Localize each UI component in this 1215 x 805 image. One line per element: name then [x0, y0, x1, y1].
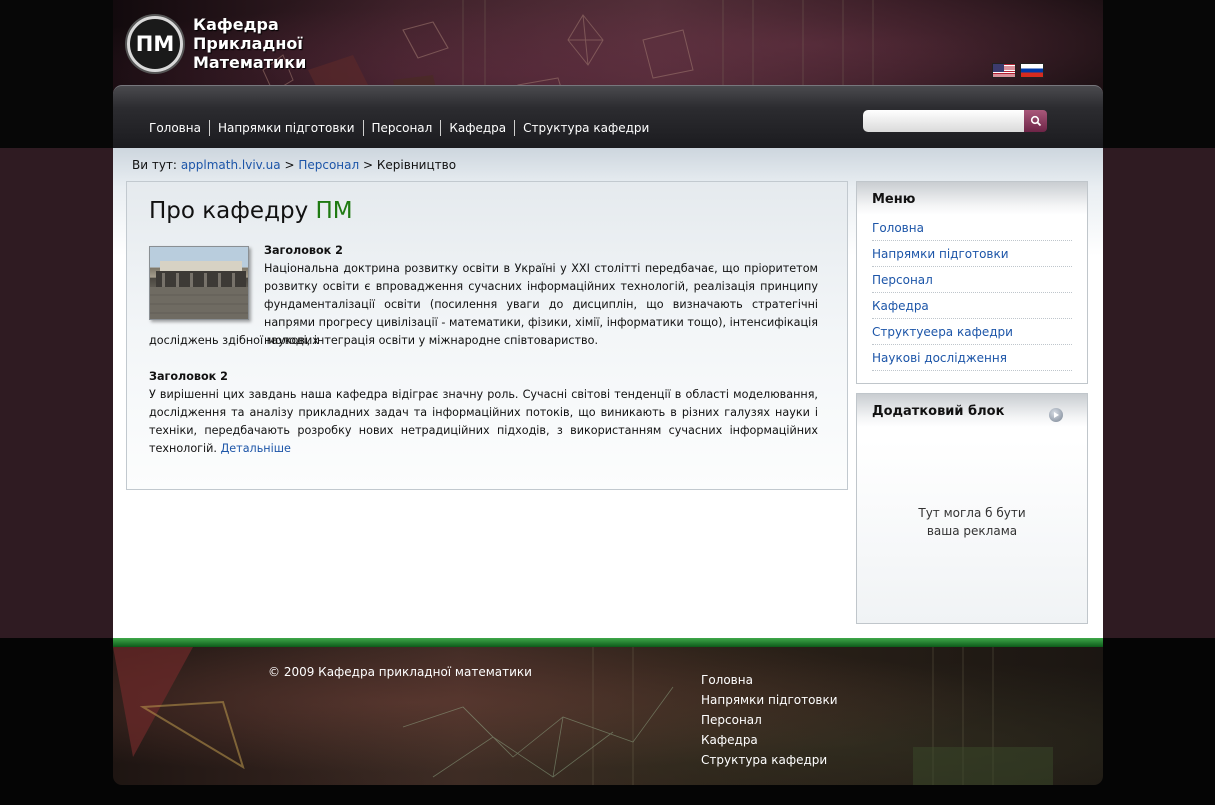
- article-heading-2: Заголовок 2: [149, 370, 228, 383]
- nav-item-home[interactable]: Головна: [141, 120, 209, 136]
- breadcrumb-separator: >: [284, 158, 295, 172]
- breadcrumb-prefix: Ви тут:: [132, 158, 177, 172]
- footer-copyright: © 2009 Кафедра прикладної математики: [268, 665, 532, 679]
- sidebar-item-research[interactable]: Наукові дослідження: [872, 345, 1072, 371]
- language-switcher: [992, 63, 1044, 78]
- page-title-main: Про кафедру: [149, 198, 309, 224]
- sidebar-menu-list: Головна Напрямки підготовки Персонал Каф…: [857, 215, 1087, 371]
- sidebar-extra-header: Додатковий блок: [857, 394, 1087, 427]
- logo-emblem[interactable]: ПМ: [127, 16, 183, 72]
- breadcrumb-section-link[interactable]: Персонал: [298, 158, 359, 172]
- sidebar-extra-box: Додатковий блок Тут могла б бути ваша ре…: [856, 393, 1088, 624]
- footer-link-structure[interactable]: Структура кафедри: [701, 750, 838, 770]
- article-text-1-continued: досліджень здібної молоді, інтеграція ос…: [149, 334, 599, 347]
- ad-placeholder: Тут могла б бути ваша реклама: [857, 504, 1087, 540]
- building-photo: [149, 246, 249, 320]
- breadcrumb-current: Керівництво: [376, 158, 457, 172]
- nav-item-structure[interactable]: Структура кафедри: [514, 120, 657, 136]
- logo-line-3: Математики: [193, 53, 307, 72]
- sidebar-item-department[interactable]: Кафедра: [872, 293, 1072, 319]
- ru-flag-icon[interactable]: [1020, 63, 1044, 78]
- search-button[interactable]: [1024, 110, 1047, 132]
- ad-line-1: Тут могла б бути: [918, 506, 1026, 520]
- footer-link-directions[interactable]: Напрямки підготовки: [701, 690, 838, 710]
- logo-abbreviation: ПМ: [135, 32, 175, 56]
- article-heading-1: Заголовок 2: [264, 244, 343, 257]
- footer-link-department[interactable]: Кафедра: [701, 730, 838, 750]
- sidebar-item-staff[interactable]: Персонал: [872, 267, 1072, 293]
- breadcrumb: Ви тут: applmath.lviv.ua > Персонал > Ке…: [132, 158, 456, 172]
- logo-line-1: Кафедра: [193, 15, 279, 34]
- article-block-2: Заголовок 2 У вирішенні цих завдань наша…: [149, 368, 818, 458]
- footer-navigation: Головна Напрямки підготовки Персонал Каф…: [701, 670, 838, 770]
- search-icon: [1030, 115, 1041, 127]
- en-flag-icon[interactable]: [992, 63, 1016, 78]
- arrow-right-icon[interactable]: [1049, 408, 1063, 422]
- nav-item-directions[interactable]: Напрямки підготовки: [208, 120, 363, 136]
- main-navigation: Головна Напрямки підготовки Персонал Каф…: [141, 120, 657, 136]
- breadcrumb-separator: >: [363, 158, 374, 172]
- footer-link-staff[interactable]: Персонал: [701, 710, 838, 730]
- nav-item-department[interactable]: Кафедра: [440, 120, 514, 136]
- logo-title[interactable]: Кафедра Прикладної Математики: [193, 15, 353, 72]
- sidebar-menu-box: Меню Головна Напрямки підготовки Персона…: [856, 181, 1088, 384]
- page-title-accent: ПМ: [315, 198, 353, 224]
- sidebar-item-directions[interactable]: Напрямки підготовки: [872, 241, 1072, 267]
- logo-line-2: Прикладної: [193, 34, 303, 53]
- sidebar-item-structure[interactable]: Структуеера кафедри: [872, 319, 1072, 345]
- nav-item-staff[interactable]: Персонал: [362, 120, 441, 136]
- footer-link-home[interactable]: Головна: [701, 670, 838, 690]
- read-more-link[interactable]: Детальніше: [221, 442, 291, 455]
- footer-artwork: [113, 647, 1103, 785]
- page-title: Про кафедру ПМ: [149, 198, 353, 224]
- sidebar-extra-title: Додатковий блок: [872, 404, 1005, 419]
- sidebar-menu-title: Меню: [857, 182, 1087, 215]
- search-input[interactable]: [863, 110, 1025, 132]
- sidebar-item-home[interactable]: Головна: [872, 215, 1072, 241]
- footer-divider: [113, 638, 1103, 647]
- article-block-1-continued: досліджень здібної молоді, інтеграція ос…: [149, 332, 818, 350]
- breadcrumb-home-link[interactable]: applmath.lviv.ua: [181, 158, 281, 172]
- ad-line-2: ваша реклама: [926, 524, 1018, 538]
